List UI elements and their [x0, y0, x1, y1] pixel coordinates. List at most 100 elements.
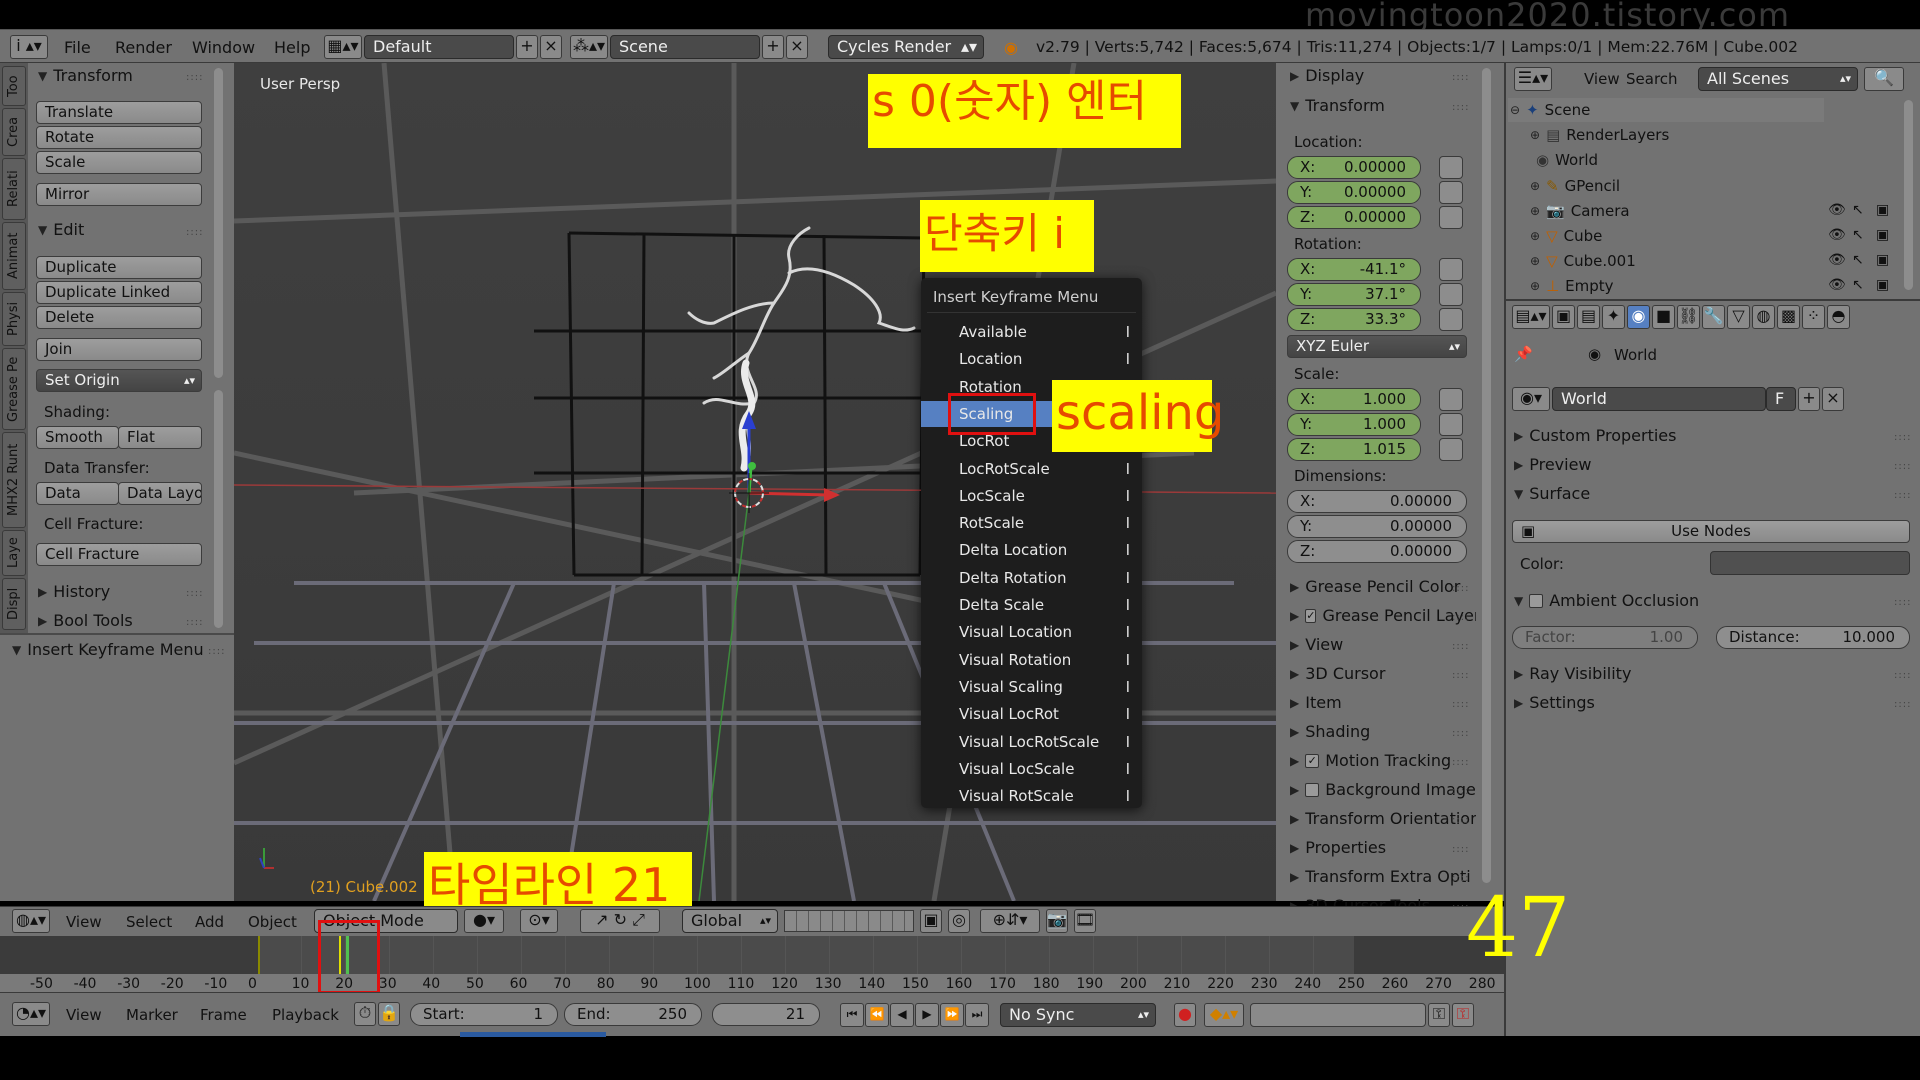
- checked-checkbox-icon[interactable]: ✓: [1305, 753, 1320, 768]
- cursor-select-icon[interactable]: ↖: [1852, 277, 1864, 293]
- menu-item-visual-locscale[interactable]: Visual LocScale I: [921, 756, 1142, 782]
- eye-icon[interactable]: 👁: [1828, 277, 1846, 293]
- outliner-item-cube[interactable]: ⊕ ▽ Cube: [1530, 224, 1602, 248]
- outliner-item-world[interactable]: ◉ World: [1530, 148, 1598, 172]
- menu-item-delta-location[interactable]: Delta Location I: [921, 537, 1142, 563]
- location-x-field[interactable]: X: 0.00000: [1287, 156, 1421, 179]
- expand-toggle-icon[interactable]: ⊕: [1530, 128, 1540, 142]
- unlink-world-button[interactable]: ×: [1822, 387, 1844, 411]
- view3d-menu-select[interactable]: Select: [126, 913, 172, 931]
- tab-mhx2-runtime[interactable]: MHX2 Runt: [2, 432, 26, 528]
- scene-tab-icon[interactable]: ✦: [1602, 305, 1625, 329]
- panel-grip-icon[interactable]: ::::: [1894, 461, 1911, 472]
- tab-tools[interactable]: Too: [2, 66, 26, 106]
- lock-location-y-icon[interactable]: [1439, 181, 1463, 204]
- n-panel-grease-pencil-layer-header[interactable]: ▶ ✓ Grease Pencil Layer: [1290, 606, 1476, 625]
- delete-layout-button[interactable]: ×: [540, 35, 562, 59]
- tab-layers[interactable]: Laye: [2, 530, 26, 576]
- view3d-menu-object[interactable]: Object: [248, 913, 297, 931]
- panel-grip-icon[interactable]: ::::: [1894, 597, 1911, 608]
- panel-grip-icon[interactable]: ::::: [208, 646, 225, 657]
- panel-grip-icon[interactable]: ::::: [1452, 699, 1469, 710]
- transform-panel-header[interactable]: ▼ Transform: [38, 66, 133, 85]
- outliner-scrollbar[interactable]: [1904, 100, 1913, 290]
- lock-rotation-z-icon[interactable]: [1439, 308, 1463, 331]
- expand-toggle-icon[interactable]: ⊕: [1530, 204, 1540, 218]
- tab-relations[interactable]: Relati: [2, 158, 26, 220]
- duplicate-linked-button[interactable]: Duplicate Linked: [36, 281, 202, 304]
- render-layers-tab-icon[interactable]: ▤: [1577, 305, 1600, 329]
- menu-item-visual-rotscale[interactable]: Visual RotScale I: [921, 783, 1142, 809]
- active-keying-set-field[interactable]: [1250, 1003, 1426, 1027]
- eye-icon[interactable]: 👁: [1828, 252, 1846, 268]
- lock-scale-x-icon[interactable]: [1439, 388, 1463, 411]
- object-tab-icon[interactable]: ■: [1652, 305, 1675, 329]
- data-layout-button[interactable]: Data Layo: [118, 482, 202, 505]
- settings-panel-header[interactable]: ▶ Settings: [1514, 693, 1595, 712]
- editor-type-info-button[interactable]: i ▴▾: [10, 35, 48, 59]
- smooth-button[interactable]: Smooth: [36, 426, 119, 449]
- scene-icon[interactable]: ⁂▴▾: [570, 35, 608, 59]
- screen-layout-field[interactable]: Default: [364, 35, 514, 59]
- panel-grip-icon[interactable]: ::::: [186, 72, 203, 83]
- render-engine-select[interactable]: Cycles Render ▴▾: [828, 35, 984, 59]
- start-frame-field[interactable]: Start: 1: [410, 1003, 558, 1026]
- render-tab-icon[interactable]: ▣: [1552, 305, 1575, 329]
- cursor-select-icon[interactable]: ↖: [1852, 227, 1864, 243]
- expand-toggle-icon[interactable]: ⊕: [1530, 279, 1540, 293]
- mirror-button[interactable]: Mirror: [36, 183, 202, 206]
- modifiers-tab-icon[interactable]: 🔧: [1702, 305, 1725, 329]
- insert-keyframe-keying-set-icon[interactable]: ⚿: [1428, 1003, 1450, 1027]
- panel-grip-icon[interactable]: ::::: [186, 588, 203, 599]
- rotation-z-field[interactable]: Z: 33.3°: [1287, 308, 1421, 331]
- jump-to-next-keyframe-icon[interactable]: ⏩: [940, 1003, 964, 1027]
- checked-checkbox-icon[interactable]: ✓: [1305, 608, 1317, 623]
- keying-set-icon[interactable]: ◆▴▾: [1204, 1003, 1244, 1027]
- end-frame-field[interactable]: End: 250: [564, 1003, 702, 1026]
- properties-editor-type-icon[interactable]: ▤▴▾: [1512, 305, 1550, 329]
- jump-to-start-icon[interactable]: ⏮: [840, 1003, 864, 1027]
- outliner-item-empty[interactable]: ⊕ ⊥ Empty: [1530, 274, 1614, 298]
- translate-button[interactable]: Translate: [36, 101, 202, 124]
- rotation-mode-select[interactable]: XYZ Euler ▴▾: [1287, 335, 1467, 358]
- n-panel-transform-extra-opti-header[interactable]: ▶ Transform Extra Opti: [1290, 867, 1476, 886]
- panel-grip-icon[interactable]: ::::: [1452, 583, 1469, 594]
- n-panel-properties-header[interactable]: ▶ Properties: [1290, 838, 1476, 857]
- outliner-item-gpencil[interactable]: ⊕ ✎ GPencil: [1530, 174, 1620, 198]
- outliner-editor-type-icon[interactable]: ☰▴▾: [1514, 67, 1552, 91]
- panel-grip-icon[interactable]: ::::: [1452, 102, 1469, 113]
- timeline-editor[interactable]: -50 -40 -30 -20 -10 0 10 20 30 40 50 60 70 80 90 100 110…: [0, 936, 1504, 992]
- scale-x-field[interactable]: X: 1.000: [1287, 388, 1421, 411]
- panel-grip-icon[interactable]: ::::: [1452, 786, 1469, 797]
- custom-properties-panel-header[interactable]: ▶ Custom Properties: [1514, 426, 1676, 445]
- pin-icon[interactable]: 📌: [1514, 345, 1533, 363]
- data-tab-icon[interactable]: ▽: [1727, 305, 1750, 329]
- duplicate-button[interactable]: Duplicate: [36, 256, 202, 279]
- new-world-button[interactable]: +: [1798, 387, 1820, 411]
- lock-location-z-icon[interactable]: [1439, 206, 1463, 229]
- outliner-item-camera[interactable]: ⊕ 📷 Camera: [1530, 199, 1630, 223]
- ray-visibility-panel-header[interactable]: ▶ Ray Visibility: [1514, 664, 1631, 683]
- menu-item-visual-locrot[interactable]: Visual LocRot I: [921, 701, 1142, 727]
- particles-tab-icon[interactable]: ⁘: [1802, 305, 1825, 329]
- menu-item-visual-location[interactable]: Visual Location I: [921, 619, 1142, 645]
- scene-field[interactable]: Scene: [610, 35, 760, 59]
- panel-grip-icon[interactable]: ::::: [1894, 490, 1911, 501]
- eye-icon[interactable]: 👁: [1828, 202, 1846, 218]
- outliner-item-scene[interactable]: ⊖ ✦ Scene: [1510, 98, 1880, 122]
- tab-physics[interactable]: Physi: [2, 292, 26, 346]
- n-panel-motion-tracking-header[interactable]: ▶ ✓ Motion Tracking: [1290, 751, 1476, 770]
- sync-mode-select[interactable]: No Sync ▴▾: [1000, 1003, 1156, 1027]
- add-scene-button[interactable]: +: [762, 35, 784, 59]
- pivot-point-icon[interactable]: ⊙▾: [520, 909, 558, 933]
- ambient-occlusion-checkbox[interactable]: [1529, 593, 1544, 608]
- menu-help[interactable]: Help: [274, 38, 310, 57]
- ao-factor-field[interactable]: Factor: 1.00: [1512, 626, 1698, 649]
- n-panel-item-header[interactable]: ▶ Item: [1290, 693, 1476, 712]
- render-camera-icon[interactable]: ▣: [1876, 277, 1889, 293]
- fake-user-button[interactable]: F: [1766, 387, 1796, 411]
- timeline-menu-playback[interactable]: Playback: [272, 1006, 339, 1024]
- n-panel-transform-orientation-header[interactable]: ▶ Transform Orientation: [1290, 809, 1476, 828]
- n-panel-3d-cursor-header[interactable]: ▶ 3D Cursor: [1290, 664, 1476, 683]
- scale-button[interactable]: Scale: [36, 151, 202, 174]
